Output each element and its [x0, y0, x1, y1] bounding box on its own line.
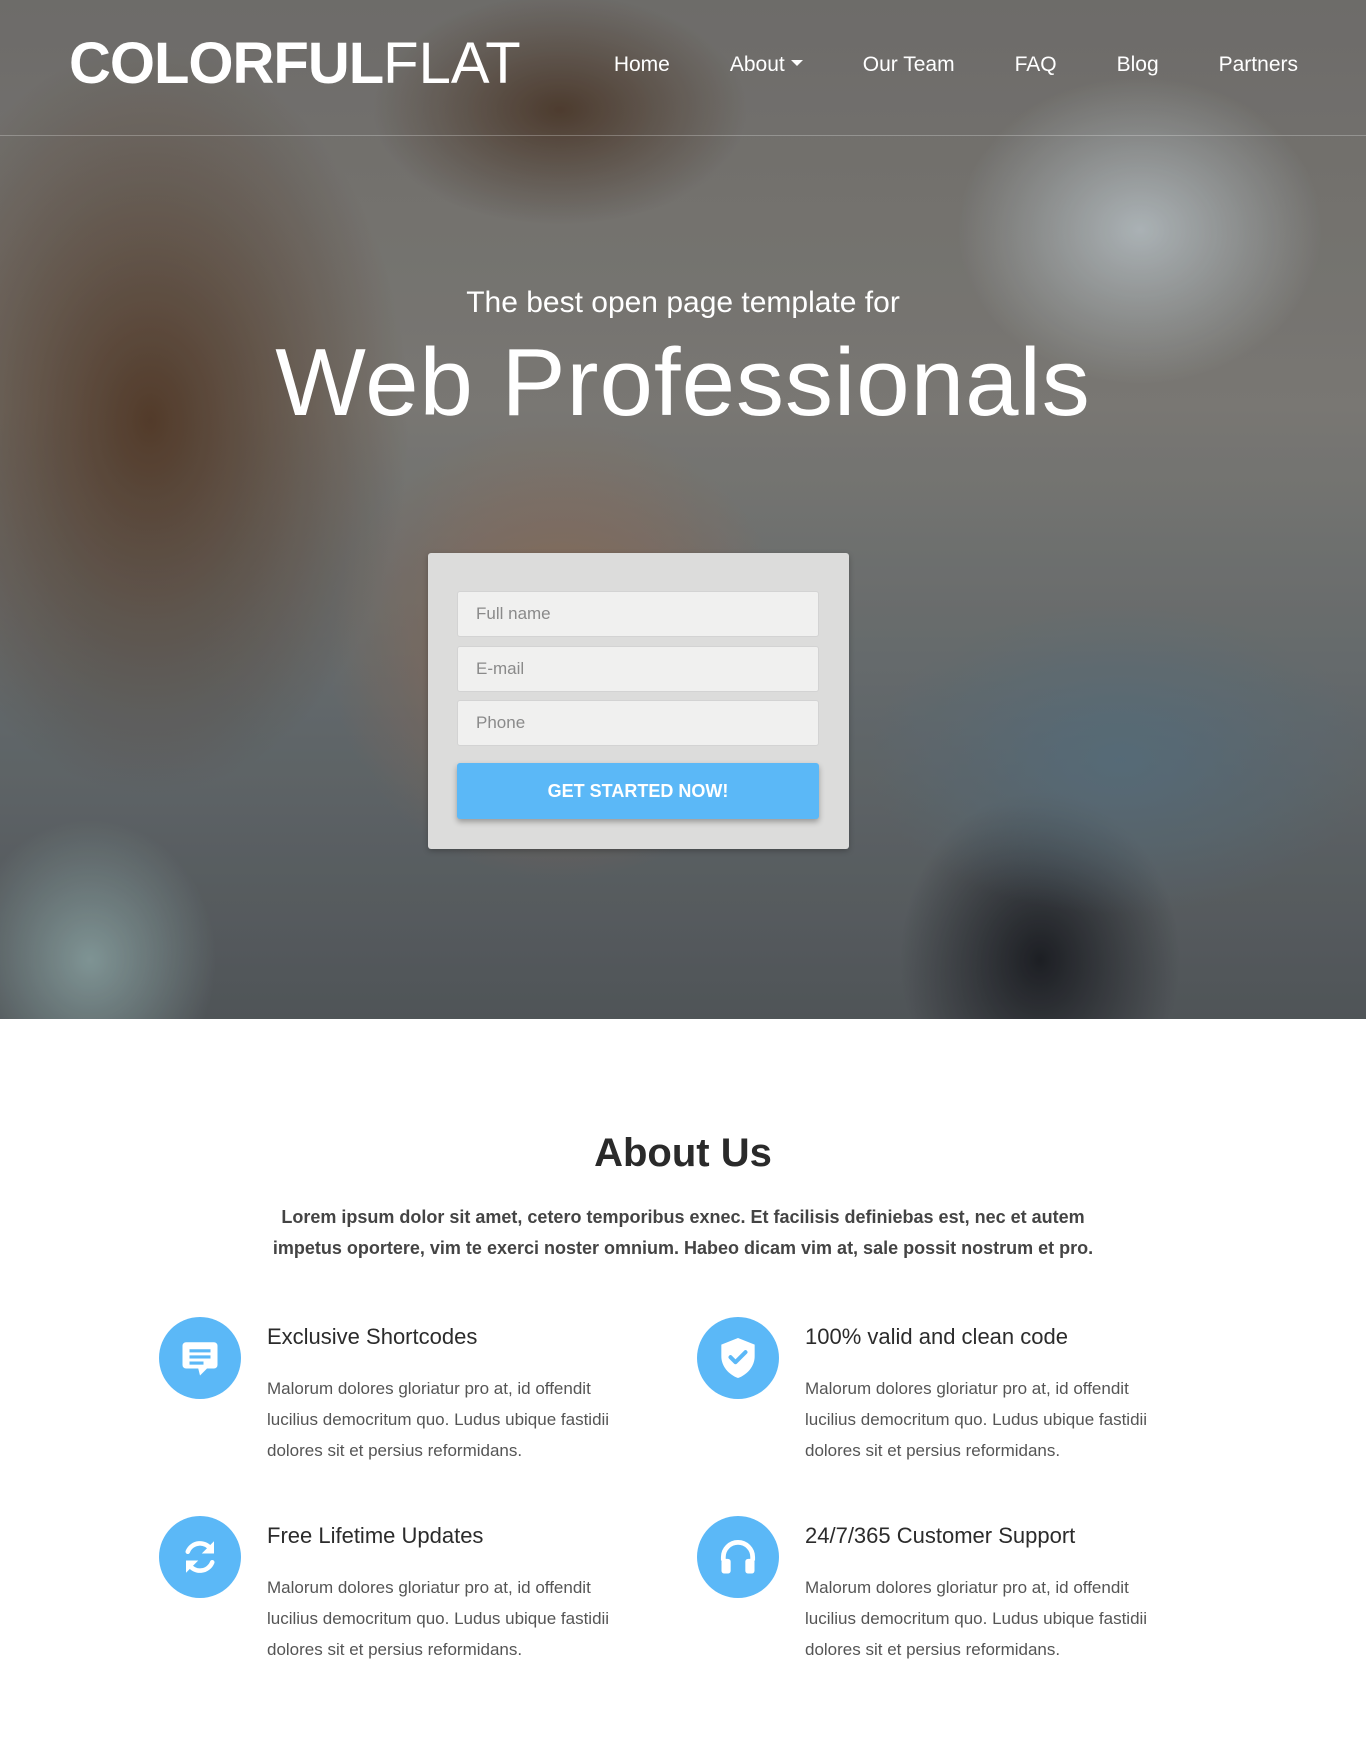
hero-section: COLORFULFLAT Home About Our Team FAQ Blo…: [0, 0, 1366, 1019]
feature-title: 100% valid and clean code: [805, 1324, 1068, 1349]
full-name-input[interactable]: [457, 591, 819, 637]
phone-input[interactable]: [457, 700, 819, 746]
feature-title: 24/7/365 Customer Support: [805, 1523, 1076, 1548]
main-nav: Home About Our Team FAQ Blog Partners: [554, 48, 1298, 82]
brand-logo-bold: COLORFUL: [69, 31, 384, 96]
shield-check-icon: [697, 1317, 779, 1399]
feature-item-updates: Free Lifetime Updates Malorum dolores gl…: [159, 1516, 639, 1666]
feature-title: Exclusive Shortcodes: [267, 1324, 478, 1349]
get-started-button[interactable]: GET STARTED NOW!: [457, 763, 819, 819]
hero-subtitle: The best open page template for: [466, 286, 900, 319]
nav-item-blog[interactable]: Blog: [1117, 48, 1159, 82]
chat-icon: [159, 1317, 241, 1399]
feature-title: Free Lifetime Updates: [267, 1523, 484, 1548]
navbar: COLORFULFLAT Home About Our Team FAQ Blo…: [0, 0, 1366, 136]
headphones-icon: [697, 1516, 779, 1598]
nav-item-home[interactable]: Home: [614, 48, 670, 82]
refresh-icon: [159, 1516, 241, 1598]
brand-logo-light: FLAT: [383, 31, 521, 96]
feature-text: Malorum dolores gloriatur pro at, id off…: [267, 1379, 610, 1460]
feature-item-valid-code: 100% valid and clean code Malorum dolore…: [697, 1317, 1177, 1467]
feature-item-shortcodes: Exclusive Shortcodes Malorum dolores glo…: [159, 1317, 639, 1467]
signup-form: GET STARTED NOW!: [428, 553, 849, 849]
nav-item-about-label: About: [729, 53, 785, 76]
feature-text: Malorum dolores gloriatur pro at, id off…: [267, 1578, 610, 1659]
feature-item-support: 24/7/365 Customer Support Malorum dolore…: [697, 1516, 1177, 1666]
email-input[interactable]: [457, 646, 819, 692]
about-lead-text: Lorem ipsum dolor sit amet, cetero tempo…: [272, 1207, 1094, 1258]
nav-item-partners[interactable]: Partners: [1219, 48, 1298, 82]
feature-text: Malorum dolores gloriatur pro at, id off…: [805, 1379, 1148, 1460]
hero-background-photo: [0, 0, 1366, 1019]
nav-item-faq[interactable]: FAQ: [1015, 48, 1057, 82]
nav-item-about[interactable]: About: [730, 48, 803, 82]
brand-logo[interactable]: COLORFULFLAT: [69, 34, 521, 94]
feature-text: Malorum dolores gloriatur pro at, id off…: [805, 1578, 1148, 1659]
hero-title: Web Professionals: [275, 329, 1091, 436]
about-title: About Us: [594, 1131, 772, 1175]
nav-item-our-team[interactable]: Our Team: [863, 48, 955, 82]
caret-down-icon: [790, 60, 803, 67]
